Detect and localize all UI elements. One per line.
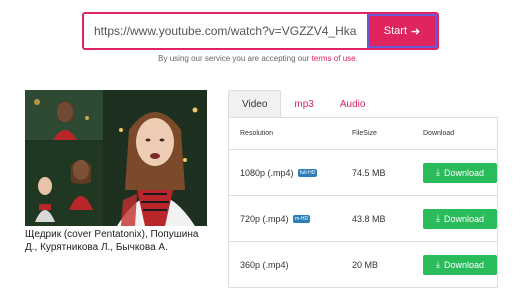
download-icon: ⤓ xyxy=(435,213,440,223)
resolution-cell: 360p (.mp4) xyxy=(228,241,341,288)
header-download: Download xyxy=(412,117,498,150)
notice-text: By using our service you are accepting o… xyxy=(158,54,312,63)
download-icon: ⤓ xyxy=(435,259,440,269)
format-tabs: Video mp3 Audio xyxy=(228,90,378,118)
tab-audio[interactable]: Audio xyxy=(327,90,379,118)
table-row: 360p (.mp4) 20 MB ⤓ Download xyxy=(228,241,498,288)
download-label: Download xyxy=(443,167,484,178)
download-button[interactable]: ⤓ Download xyxy=(423,254,497,275)
download-cell: ⤓ Download xyxy=(412,241,498,288)
filesize-cell: 43.8 MB xyxy=(341,195,412,242)
resolution-text: 1080p (.mp4) xyxy=(240,167,294,178)
table-row: 1080p (.mp4) full-HD 74.5 MB ⤓ Download xyxy=(228,149,498,196)
resolution-text: 720p (.mp4) xyxy=(240,213,289,224)
start-label: Start xyxy=(383,25,407,37)
video-title: Щедрик (cover Pentatonix), Попушина Д., … xyxy=(25,229,199,253)
filesize-cell: 20 MB xyxy=(341,241,412,288)
url-form: Start ➜ xyxy=(82,12,439,50)
tab-mp3[interactable]: mp3 xyxy=(281,90,326,118)
download-cell: ⤓ Download xyxy=(412,195,498,242)
quality-badge: m-HD xyxy=(293,215,311,224)
download-label: Download xyxy=(443,259,484,270)
download-button[interactable]: ⤓ Download xyxy=(423,208,497,229)
download-label: Download xyxy=(443,213,484,224)
download-cell: ⤓ Download xyxy=(412,149,498,196)
header-filesize: FileSize xyxy=(341,117,412,150)
terms-notice: By using our service you are accepting o… xyxy=(0,54,516,63)
resolution-text: 360p (.mp4) xyxy=(240,259,289,270)
start-button[interactable]: Start ➜ xyxy=(367,14,437,48)
arrow-right-icon: ➜ xyxy=(411,25,421,38)
quality-badge: full-HD xyxy=(298,169,318,178)
filesize-cell: 74.5 MB xyxy=(341,149,412,196)
url-input[interactable] xyxy=(84,14,367,48)
terms-link[interactable]: terms of use xyxy=(312,54,356,63)
download-icon: ⤓ xyxy=(435,167,440,177)
table-row: 720p (.mp4) m-HD 43.8 MB ⤓ Download xyxy=(228,195,498,242)
download-button[interactable]: ⤓ Download xyxy=(423,162,497,183)
resolution-cell: 720p (.mp4) m-HD xyxy=(228,195,341,242)
download-table: Resolution FileSize Download 1080p (.mp4… xyxy=(228,117,498,288)
tab-video[interactable]: Video xyxy=(228,90,282,118)
table-header-row: Resolution FileSize Download xyxy=(228,117,498,150)
notice-suffix: . xyxy=(355,54,358,63)
header-resolution: Resolution xyxy=(228,117,341,150)
resolution-cell: 1080p (.mp4) full-HD xyxy=(228,149,341,196)
video-thumbnail xyxy=(25,90,207,226)
